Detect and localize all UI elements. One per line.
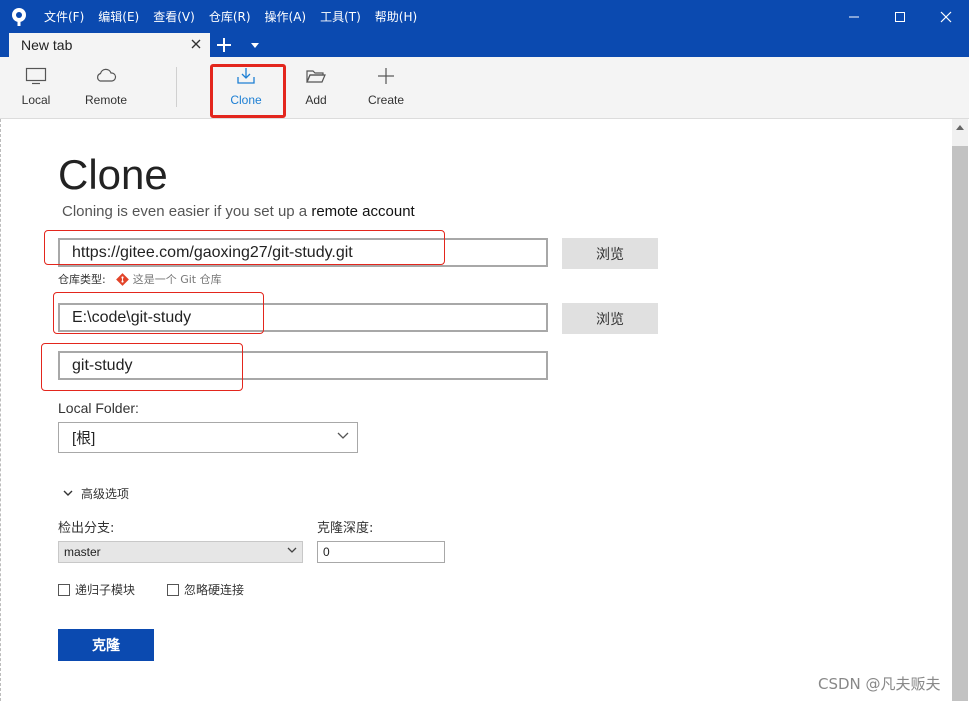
tab-new-tab[interactable]: New tab [9, 33, 210, 57]
tab-strip: New tab [0, 33, 969, 57]
chevron-down-icon [63, 490, 73, 496]
chevron-down-icon [337, 432, 349, 439]
repo-type-value: 这是一个 Git 仓库 [132, 273, 222, 286]
title-bar: 文件(F) 编辑(E) 查看(V) 仓库(R) 操作(A) 工具(T) 帮助(H… [0, 0, 969, 33]
maximize-icon [895, 11, 905, 22]
repo-type-label: 仓库类型: [58, 273, 106, 286]
toolbar-remote-button[interactable]: Remote [78, 57, 134, 119]
minimize-button[interactable] [831, 0, 877, 33]
toolbar-create-button[interactable]: Create [360, 57, 412, 119]
browse-destination-button[interactable]: 浏览 [562, 303, 658, 334]
menu-file[interactable]: 文件(F) [44, 8, 84, 25]
menu-help[interactable]: 帮助(H) [375, 8, 417, 25]
sourcetree-logo-icon [12, 8, 26, 26]
toolbar-create-label: Create [367, 93, 405, 107]
ignore-hardlinks-label: 忽略硬连接 [184, 583, 245, 597]
caret-up-icon [956, 125, 964, 130]
page-title: Clone [58, 151, 168, 198]
watermark: CSDN @凡夫贩夫 [818, 675, 941, 693]
plus-icon [378, 68, 394, 84]
local-folder-value: [根] [72, 430, 96, 447]
menu-actions[interactable]: 操作(A) [265, 8, 307, 25]
name-highlight-box [41, 343, 243, 391]
recurse-submodules-label: 递归子模块 [75, 583, 136, 597]
tab-label: New tab [21, 37, 73, 53]
tab-list-dropdown[interactable] [247, 34, 263, 56]
git-icon [115, 272, 129, 286]
minimize-icon [849, 16, 859, 17]
clone-submit-button[interactable]: 克隆 [58, 629, 154, 661]
checkout-branch-value: master [64, 545, 101, 559]
toolbar-local-label: Local [21, 93, 51, 107]
local-folder-label: Local Folder: [58, 400, 139, 416]
close-button[interactable] [923, 0, 969, 33]
remote-account-link[interactable]: remote account [311, 203, 414, 220]
menu-edit[interactable]: 编辑(E) [98, 8, 139, 25]
checkbox-box[interactable] [58, 583, 70, 596]
monitor-icon [25, 67, 47, 85]
recurse-submodules-checkbox[interactable]: 递归子模块 [58, 581, 135, 598]
subtitle-text: Cloning is even easier if you set up a [62, 203, 308, 220]
browse-source-button[interactable]: 浏览 [562, 238, 658, 269]
clone-panel: Clone Cloning is even easier if you set … [0, 119, 969, 701]
menu-view[interactable]: 查看(V) [153, 8, 195, 25]
clone-highlight-box [210, 64, 286, 118]
menu-repository[interactable]: 仓库(R) [209, 8, 251, 25]
scroll-up-button[interactable] [952, 119, 968, 136]
toolbar: Local Remote Clone Add Create [0, 57, 969, 119]
new-tab-button[interactable] [213, 34, 235, 56]
checkbox-box[interactable] [167, 583, 179, 596]
clone-depth-input[interactable]: 0 [317, 541, 445, 563]
toolbar-separator [176, 67, 177, 107]
tab-close-button[interactable] [188, 36, 204, 52]
toolbar-add-button[interactable]: Add [290, 57, 342, 119]
toolbar-local-button[interactable]: Local [10, 57, 62, 119]
page-subtitle: Cloning is even easier if you set up a r… [62, 203, 415, 220]
ignore-hardlinks-checkbox[interactable]: 忽略硬连接 [167, 581, 244, 598]
menu-bar: 文件(F) 编辑(E) 查看(V) 仓库(R) 操作(A) 工具(T) 帮助(H… [44, 0, 431, 33]
url-highlight-box [44, 230, 445, 265]
cloud-icon [97, 68, 117, 82]
advanced-options-label: 高级选项 [81, 487, 130, 501]
caret-down-icon [251, 42, 259, 48]
menu-tools[interactable]: 工具(T) [320, 8, 361, 25]
repo-type-info: 仓库类型: 这是一个 Git 仓库 [58, 271, 222, 287]
toolbar-add-label: Add [305, 93, 327, 107]
checkout-branch-label: 检出分支: [58, 521, 115, 536]
close-icon [940, 11, 952, 22]
local-folder-select[interactable]: [根] [58, 422, 358, 453]
toolbar-remote-label: Remote [84, 93, 128, 107]
path-highlight-box [53, 292, 264, 334]
checkout-branch-select[interactable]: master [58, 541, 303, 563]
chevron-down-icon [287, 547, 297, 553]
maximize-button[interactable] [877, 0, 923, 33]
plus-icon [217, 38, 231, 52]
clone-depth-label: 克隆深度: [317, 521, 374, 536]
scrollbar-thumb[interactable] [952, 146, 968, 701]
close-icon [191, 39, 201, 49]
advanced-options-toggle[interactable]: 高级选项 [63, 485, 129, 502]
folder-open-icon [306, 70, 326, 83]
clone-depth-value: 0 [323, 545, 330, 559]
